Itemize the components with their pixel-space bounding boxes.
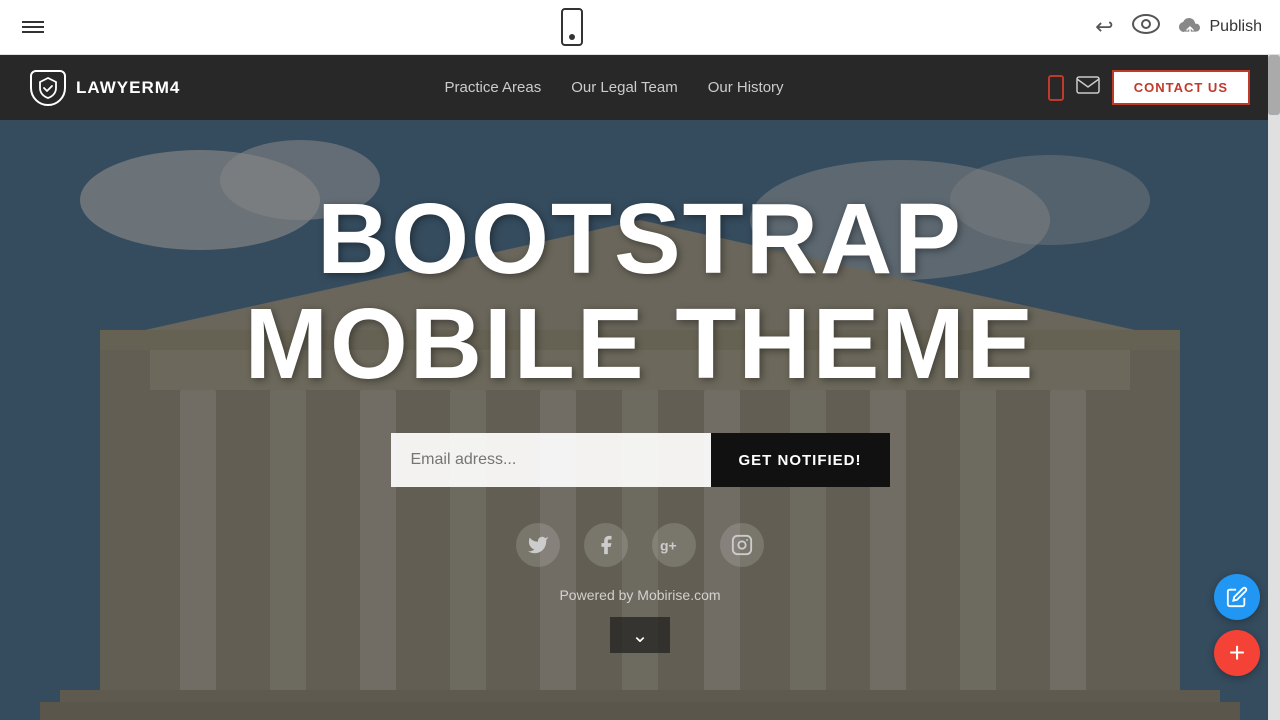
- undo-icon: ↩: [1095, 14, 1113, 39]
- publish-button[interactable]: Publish: [1178, 18, 1262, 36]
- toolbar: ↩ Publish: [0, 0, 1280, 55]
- toolbar-right: ↩ Publish: [1095, 14, 1262, 40]
- preview-eye-icon[interactable]: [1132, 14, 1160, 40]
- toolbar-left: [18, 14, 48, 40]
- nav-mail-icon: [1076, 76, 1100, 100]
- fab-add-button[interactable]: +: [1214, 630, 1260, 676]
- nav-practice-areas[interactable]: Practice Areas: [445, 79, 542, 96]
- chevron-down-icon: ⌄: [632, 623, 649, 648]
- hamburger-menu[interactable]: [18, 14, 48, 40]
- social-icons: g+: [516, 523, 764, 567]
- undo-button[interactable]: ↩: [1095, 14, 1113, 40]
- hero-title: BOOTSTRAP MOBILE THEME: [245, 187, 1036, 397]
- nav-links: Practice Areas Our Legal Team Our Histor…: [445, 79, 784, 96]
- brand-name: LAWYERM4: [76, 78, 180, 98]
- contact-us-button[interactable]: CONTACT US: [1112, 70, 1250, 105]
- scrollbar-track: [1268, 55, 1280, 720]
- plus-icon: +: [1229, 639, 1245, 667]
- google-plus-icon[interactable]: g+: [652, 523, 696, 567]
- email-input[interactable]: [391, 433, 711, 487]
- nav-our-history[interactable]: Our History: [708, 79, 784, 96]
- powered-by-text: Powered by Mobirise.com: [559, 587, 720, 603]
- brand-shield-icon: [30, 70, 66, 106]
- get-notified-button[interactable]: GET NOTIFIED!: [711, 433, 890, 487]
- fab-edit-button[interactable]: [1214, 574, 1260, 620]
- brand: LAWYERM4: [30, 70, 180, 106]
- scroll-down-button[interactable]: ⌄: [610, 617, 670, 653]
- publish-label: Publish: [1210, 18, 1262, 36]
- nav-icons: CONTACT US: [1048, 70, 1250, 105]
- hero-content: BOOTSTRAP MOBILE THEME GET NOTIFIED! g+: [0, 187, 1280, 653]
- scrollbar-thumb[interactable]: [1268, 55, 1280, 115]
- hero-title-line1: BOOTSTRAP: [317, 183, 963, 295]
- nav-legal-team[interactable]: Our Legal Team: [571, 79, 677, 96]
- mobile-preview-icon[interactable]: [561, 8, 583, 46]
- instagram-icon[interactable]: [720, 523, 764, 567]
- hero-section: BOOTSTRAP MOBILE THEME GET NOTIFIED! g+: [0, 120, 1280, 720]
- cloud-upload-icon: [1178, 18, 1202, 36]
- nav-phone-icon: [1048, 75, 1064, 101]
- facebook-icon[interactable]: [584, 523, 628, 567]
- hero-title-line2: MOBILE THEME: [245, 288, 1036, 400]
- toolbar-center: [561, 8, 583, 46]
- twitter-icon[interactable]: [516, 523, 560, 567]
- hero-form: GET NOTIFIED!: [391, 433, 890, 487]
- svg-text:g+: g+: [660, 537, 677, 553]
- site-nav: LAWYERM4 Practice Areas Our Legal Team O…: [0, 55, 1280, 120]
